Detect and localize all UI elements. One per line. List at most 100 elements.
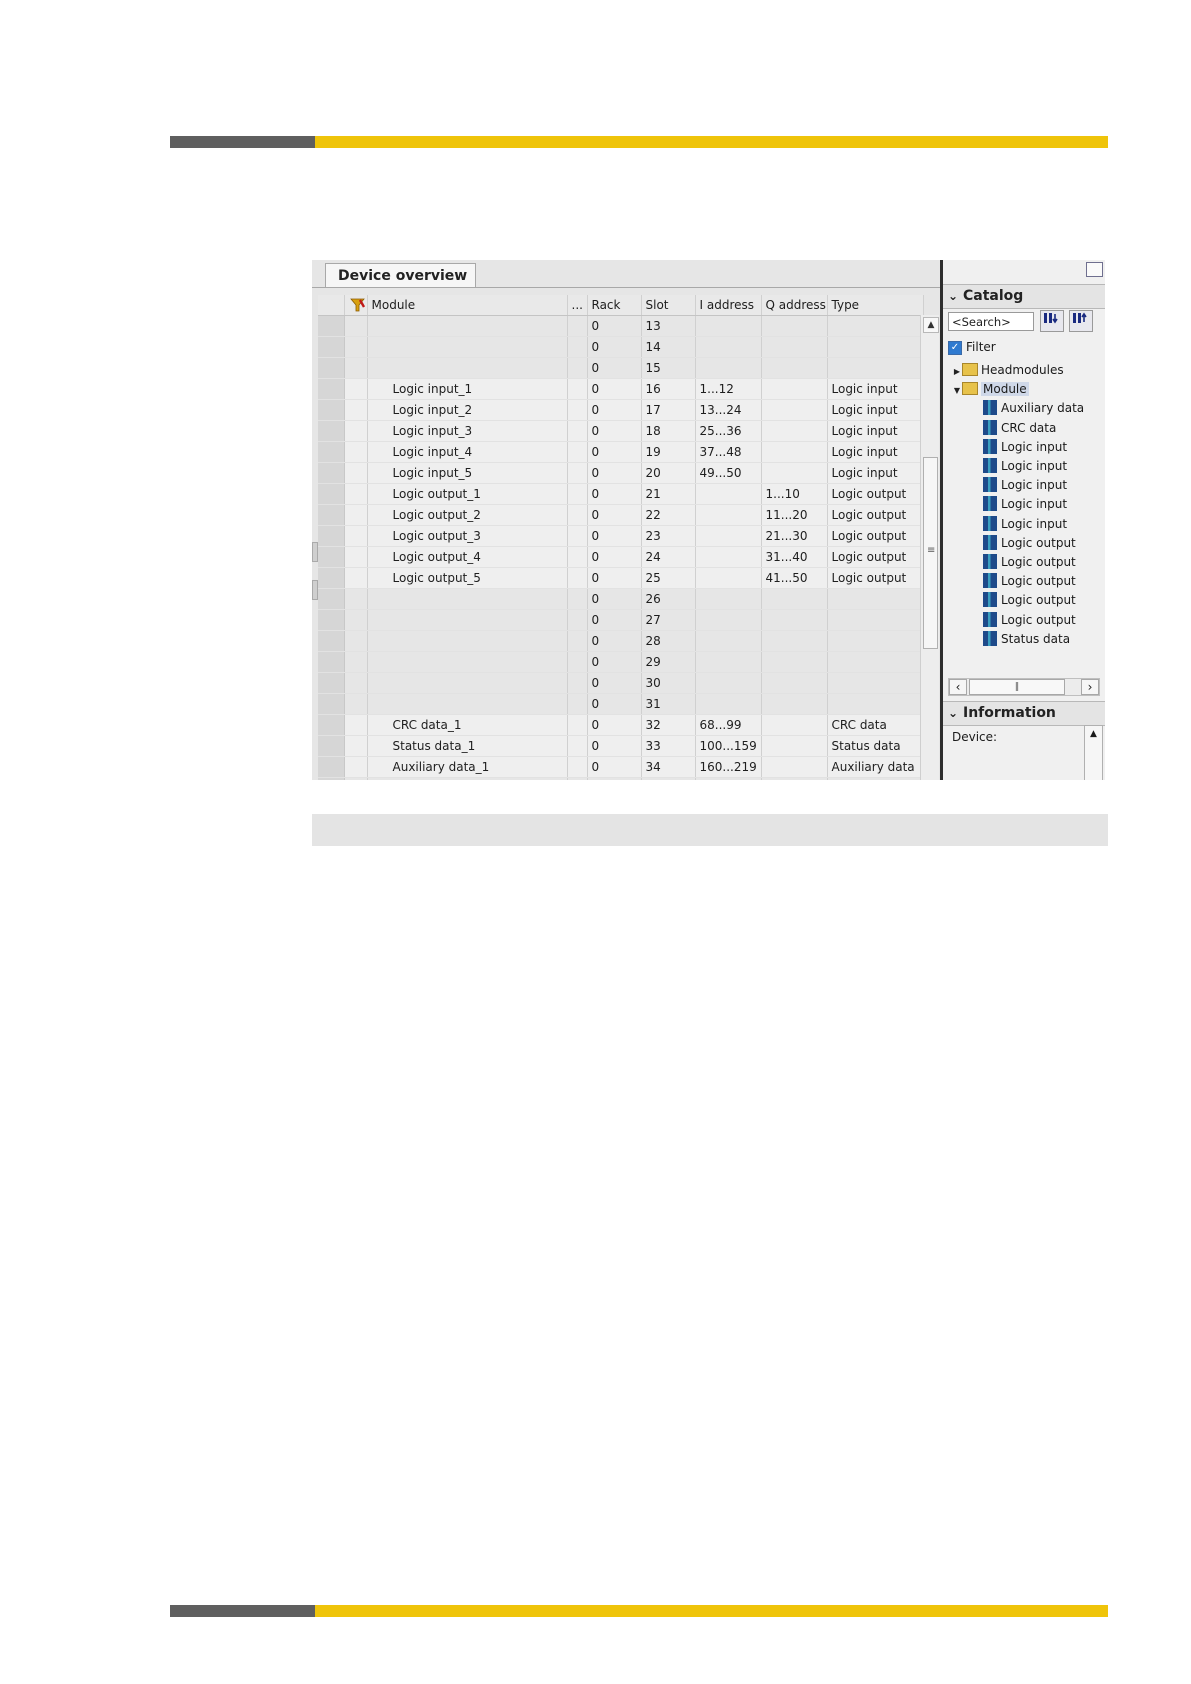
cell-q-address[interactable] — [761, 756, 828, 778]
cell-rack[interactable]: 0 — [587, 378, 642, 400]
cell-rack[interactable]: 0 — [587, 336, 642, 358]
cell-module[interactable]: Auxiliary data_1 — [367, 756, 568, 778]
cell-q-address[interactable] — [761, 399, 828, 421]
cell-i-address[interactable] — [695, 525, 762, 547]
table-vertical-scrollbar[interactable]: ▲ ≡ — [920, 315, 939, 780]
catalog-horizontal-scrollbar[interactable]: ‹ ‖ › — [948, 678, 1100, 696]
cell-module[interactable] — [367, 609, 568, 631]
cell-q-address[interactable] — [761, 777, 828, 780]
cell-i-address[interactable] — [695, 336, 762, 358]
cell-slot[interactable]: 20 — [641, 462, 696, 484]
table-row[interactable]: Logic input_4 0 19 37...48 Logic input — [318, 441, 924, 463]
catalog-section-header[interactable]: ⌄ Catalog — [943, 284, 1105, 309]
cell-slot[interactable]: 18 — [641, 420, 696, 442]
cell-type[interactable]: Logic output — [827, 525, 924, 547]
cell-rack[interactable]: 0 — [587, 588, 642, 610]
cell-type[interactable]: Auxiliary data — [827, 756, 924, 778]
tab-device-overview[interactable]: Device overview — [325, 263, 476, 287]
cell-slot[interactable]: 14 — [641, 336, 696, 358]
catalog-folder-item[interactable]: ▼ Module — [952, 379, 1029, 399]
cell-module[interactable]: Logic output_2 — [367, 504, 568, 526]
filter-checkbox-icon[interactable]: ✓ — [948, 340, 962, 355]
cell-module[interactable] — [367, 588, 568, 610]
cell-rack[interactable]: 0 — [587, 462, 642, 484]
cell-q-address[interactable] — [761, 336, 828, 358]
catalog-search-input[interactable]: <Search> — [948, 312, 1034, 331]
table-row[interactable]: Logic output_2 0 22 11...20 Logic output — [318, 504, 924, 526]
cell-q-address[interactable] — [761, 609, 828, 631]
cell-slot[interactable]: 33 — [641, 735, 696, 757]
cell-module[interactable] — [367, 336, 568, 358]
cell-rack[interactable]: 0 — [587, 735, 642, 757]
cell-type[interactable]: Logic output — [827, 504, 924, 526]
cell-type[interactable]: Logic output — [827, 546, 924, 568]
column-header-rack[interactable]: Rack — [587, 295, 642, 316]
collapse-left-handle[interactable] — [312, 542, 318, 562]
cell-i-address[interactable] — [695, 357, 762, 379]
cell-slot[interactable]: 23 — [641, 525, 696, 547]
cell-module[interactable]: CRC data_1 — [367, 714, 568, 736]
cell-type[interactable] — [827, 651, 924, 673]
cell-type[interactable]: Logic output — [827, 483, 924, 505]
catalog-module-item[interactable]: CRC data — [983, 418, 1056, 438]
information-scrollbar[interactable]: ▲ — [1084, 725, 1103, 780]
cell-slot[interactable]: 25 — [641, 567, 696, 589]
cell-module[interactable] — [367, 630, 568, 652]
cell-rack[interactable]: 0 — [587, 651, 642, 673]
catalog-module-item[interactable]: Logic output — [983, 610, 1076, 630]
cell-slot[interactable]: 24 — [641, 546, 696, 568]
cell-type[interactable] — [827, 588, 924, 610]
information-section-header[interactable]: ⌄ Information — [943, 701, 1105, 726]
cell-type[interactable] — [827, 315, 924, 337]
table-row[interactable]: Logic input_5 0 20 49...50 Logic input — [318, 462, 924, 484]
cell-i-address[interactable]: 49...50 — [695, 462, 762, 484]
cell-q-address[interactable]: 1...10 — [761, 483, 828, 505]
cell-slot[interactable]: 26 — [641, 588, 696, 610]
catalog-module-item[interactable]: Logic input — [983, 456, 1067, 476]
cell-i-address[interactable]: 1...12 — [695, 378, 762, 400]
catalog-folder-item[interactable]: ▶ Headmodules — [952, 360, 1064, 380]
scroll-up-button[interactable]: ▲ — [923, 317, 939, 333]
cell-slot[interactable]: 15 — [641, 357, 696, 379]
table-row[interactable]: Logic input_1 0 16 1...12 Logic input — [318, 378, 924, 400]
cell-i-address[interactable]: 25...36 — [695, 420, 762, 442]
cell-rack[interactable]: 0 — [587, 546, 642, 568]
cell-module[interactable] — [367, 693, 568, 715]
catalog-module-item[interactable]: Logic output — [983, 533, 1076, 553]
cell-i-address[interactable]: 13...24 — [695, 399, 762, 421]
column-header-more[interactable]: ... — [567, 295, 588, 316]
table-row[interactable]: 0 27 — [318, 609, 924, 631]
cell-rack[interactable]: 0 — [587, 672, 642, 694]
cell-q-address[interactable] — [761, 420, 828, 442]
column-header-q-address[interactable]: Q address — [761, 295, 828, 316]
cell-rack[interactable]: 0 — [587, 693, 642, 715]
table-row[interactable]: Logic input_2 0 17 13...24 Logic input — [318, 399, 924, 421]
cell-i-address[interactable] — [695, 315, 762, 337]
cell-slot[interactable]: 21 — [641, 483, 696, 505]
table-row[interactable]: CRC data_1 0 32 68...99 CRC data — [318, 714, 924, 736]
table-row[interactable]: Status data_1 0 33 100...159 Status data — [318, 735, 924, 757]
cell-type[interactable]: Logic input — [827, 399, 924, 421]
table-row[interactable]: 0 14 — [318, 336, 924, 358]
cell-rack[interactable]: 0 — [587, 504, 642, 526]
table-row[interactable]: Auxiliary data_1 0 34 160...219 Auxiliary da… — [318, 756, 924, 778]
cell-module[interactable] — [367, 357, 568, 379]
cell-i-address[interactable] — [695, 504, 762, 526]
table-row[interactable]: 0 26 — [318, 588, 924, 610]
catalog-module-item[interactable]: Logic input — [983, 437, 1067, 457]
cell-i-address[interactable] — [695, 777, 762, 780]
cell-module[interactable] — [367, 777, 568, 780]
horizontal-scrollbar-thumb[interactable]: ‖ — [969, 679, 1065, 695]
cell-q-address[interactable] — [761, 462, 828, 484]
cell-slot[interactable]: 34 — [641, 756, 696, 778]
catalog-module-item[interactable]: Logic output — [983, 571, 1076, 591]
cell-rack[interactable]: 0 — [587, 567, 642, 589]
column-header-slot[interactable]: Slot — [641, 295, 696, 316]
scroll-right-button[interactable]: › — [1081, 679, 1099, 695]
cell-q-address[interactable] — [761, 735, 828, 757]
filter-checkbox-row[interactable]: ✓ Filter — [948, 338, 996, 356]
cell-rack[interactable]: 0 — [587, 441, 642, 463]
cell-rack[interactable] — [587, 777, 642, 780]
column-header-i-address[interactable]: I address — [695, 295, 762, 316]
cell-i-address[interactable] — [695, 693, 762, 715]
